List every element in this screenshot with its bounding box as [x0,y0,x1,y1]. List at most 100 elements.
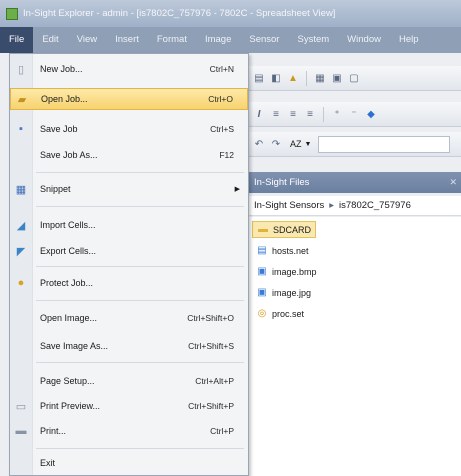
close-icon[interactable]: ✕ [449,177,457,188]
decimal-increase-icon[interactable]: ⁺ [330,107,344,121]
toolbar-button-5[interactable]: ▢ [347,71,361,85]
menu-item-shortcut: Ctrl+Alt+P [195,376,234,386]
menu-item-label: Save Job As... [40,150,98,160]
file-name: image.bmp [272,266,317,277]
image-file-icon: ▣ [257,266,267,277]
file-item-proc-set[interactable]: ◎ proc.set [252,305,308,322]
menu-item-snippet[interactable]: ▦ Snippet ▶ [10,178,248,200]
toolbar-separator [306,70,307,86]
format-toolbar: I ≡ ≡ ≡ ⁺ ⁻ ◆ [246,102,461,127]
align-left-icon[interactable]: ≡ [269,107,283,121]
cell-reference[interactable]: AZ [290,139,302,149]
file-menu-dropdown: ▯ New Job... Ctrl+N ▰ Open Job... Ctrl+O… [9,53,249,476]
breadcrumb-arrow-icon: ▸ [329,200,335,211]
align-center-icon[interactable]: ≡ [286,107,300,121]
file-name: proc.set [272,308,305,319]
menu-item-shortcut: Ctrl+Shift+O [187,313,234,323]
menu-item-page-setup[interactable]: Page Setup... Ctrl+Alt+P [10,370,248,392]
binoculars-icon[interactable]: ▲ [286,71,300,85]
open-folder-icon: ▰ [17,93,27,106]
menu-item-label: New Job... [40,64,83,74]
menu-item-shortcut: Ctrl+S [210,124,234,134]
menu-item-label: Page Setup... [40,376,95,386]
menu-help[interactable]: Help [390,27,428,53]
menu-item-label: Snippet [40,184,71,194]
file-item-hosts[interactable]: ▤ hosts.net [252,242,313,259]
toolbar-button-4[interactable]: ▣ [330,71,344,85]
menu-format[interactable]: Format [148,27,196,53]
file-item-sdcard[interactable]: ▬ SDCARD [252,221,317,238]
menu-item-label: Print Preview... [40,401,101,411]
menu-edit[interactable]: Edit [33,27,67,53]
main-toolbar: ▤ ◧ ▲ ▦ ▣ ▢ [246,66,461,91]
menu-item-label: Import Cells... [40,220,96,230]
save-icon: ▪ [19,123,23,135]
panel-title: In-Sight Files [254,177,310,188]
menu-item-label: Save Image As... [40,341,109,351]
menu-image[interactable]: Image [196,27,240,53]
menu-separator [36,300,244,301]
menu-item-print[interactable]: ▬ Print... Ctrl+P [10,420,248,442]
menu-item-save-job-as[interactable]: Save Job As... F12 [10,144,248,166]
menu-item-print-preview[interactable]: ▭ Print Preview... Ctrl+Shift+P [10,395,248,417]
file-item-image-jpg[interactable]: ▣ image.jpg [252,284,315,301]
italic-icon[interactable]: I [252,107,266,121]
export-cells-icon: ◤ [16,245,26,258]
printer-icon: ▬ [15,425,27,437]
toolbar-button-2[interactable]: ◧ [269,71,283,85]
menu-item-import-cells[interactable]: ◢ Import Cells... [10,214,248,236]
redo-icon[interactable]: ↷ [269,137,283,151]
image-file-icon: ▣ [257,287,267,298]
formula-input[interactable] [318,135,451,153]
menu-item-label: Exit [40,458,56,468]
breadcrumb-item-sensor[interactable]: is7802C_757976 [339,200,411,211]
align-right-icon[interactable]: ≡ [303,107,317,121]
menu-window[interactable]: Window [338,27,390,53]
menu-item-save-job[interactable]: ▪ Save Job Ctrl+S [10,118,248,140]
toolbar-button-3[interactable]: ▦ [313,71,327,85]
menu-item-shortcut: Ctrl+Shift+P [188,401,234,411]
menu-file[interactable]: File [0,27,34,53]
menu-insert[interactable]: Insert [106,27,148,53]
window-title: In-Sight Explorer - admin - [is7802C_757… [23,8,336,19]
cell-reference-dropdown-icon[interactable]: ▼ [305,141,312,148]
menu-item-label: Open Job... [41,94,88,104]
breadcrumb: In-Sight Sensors ▸ is7802C_757976 [246,196,461,216]
menu-sensor[interactable]: Sensor [240,27,288,53]
breadcrumb-item-sensors[interactable]: In-Sight Sensors [254,200,324,211]
menu-item-open-job[interactable]: ▰ Open Job... Ctrl+O [10,88,248,110]
menu-item-protect-job[interactable]: ● Protect Job... [10,272,248,294]
formula-bar: ↶ ↷ AZ ▼ [246,132,461,157]
menu-item-open-image[interactable]: Open Image... Ctrl+Shift+O [10,307,248,329]
file-list: ▬ SDCARD ▤ hosts.net ▣ image.bmp ▣ image… [246,217,461,476]
color-icon[interactable]: ◆ [364,107,378,121]
menu-item-shortcut: Ctrl+Shift+S [188,341,234,351]
submenu-arrow-icon: ▶ [234,186,240,193]
decimal-decrease-icon[interactable]: ⁻ [347,107,361,121]
menu-system[interactable]: System [288,27,338,53]
menu-item-exit[interactable]: Exit [10,452,248,474]
settings-file-icon: ◎ [257,308,267,319]
menu-view[interactable]: View [68,27,106,53]
net-file-icon: ▤ [257,245,267,256]
menu-item-new-job[interactable]: ▯ New Job... Ctrl+N [10,58,248,80]
menu-item-shortcut: Ctrl+O [208,94,233,104]
new-job-icon: ▯ [17,63,25,76]
menu-separator [36,266,244,267]
toolbar-separator [323,106,324,122]
insight-app-icon [6,7,18,20]
file-item-image-bmp[interactable]: ▣ image.bmp [252,263,321,280]
menu-item-label: Protect Job... [40,278,94,288]
file-name: hosts.net [272,245,309,256]
import-cells-icon: ◢ [16,219,26,232]
menu-item-save-image-as[interactable]: Save Image As... Ctrl+Shift+S [10,335,248,357]
menu-item-label: Export Cells... [40,246,97,256]
menu-bar: File Edit View Insert Format Image Senso… [0,27,461,53]
undo-icon[interactable]: ↶ [252,137,266,151]
menu-item-shortcut: Ctrl+P [210,426,234,436]
menu-separator [36,448,244,449]
menu-separator [36,206,244,207]
menu-separator [36,172,244,173]
menu-item-export-cells[interactable]: ◤ Export Cells... [10,240,248,262]
toolbar-button-1[interactable]: ▤ [252,71,266,85]
